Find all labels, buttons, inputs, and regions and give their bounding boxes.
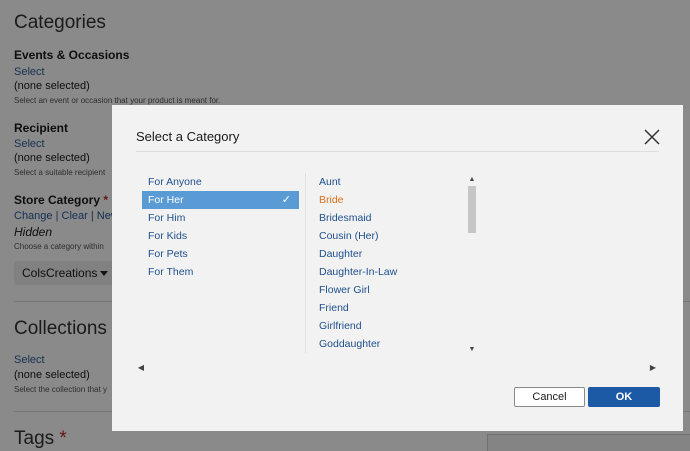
category-item-label: For Kids bbox=[148, 230, 188, 242]
category-item[interactable]: For Him bbox=[142, 209, 299, 227]
close-icon[interactable] bbox=[642, 127, 662, 147]
scroll-left-icon[interactable]: ◀ bbox=[136, 363, 146, 373]
category-item[interactable]: For Them bbox=[142, 263, 299, 281]
scroll-up-icon[interactable]: ▲ bbox=[468, 176, 476, 184]
column-divider bbox=[305, 173, 306, 353]
scrollbar-thumb[interactable] bbox=[468, 186, 476, 233]
subcategory-item[interactable]: Daughter bbox=[313, 245, 477, 263]
subcategory-item[interactable]: Bridesmaid bbox=[313, 209, 477, 227]
checkmark-icon: ✓ bbox=[281, 194, 291, 206]
subcategory-item[interactable]: Goddaughter bbox=[313, 335, 477, 353]
select-category-dialog: Select a Category For Anyone For Her ✓ For … bbox=[112, 105, 683, 431]
dialog-title: Select a Category bbox=[136, 129, 240, 144]
scroll-right-icon[interactable]: ▶ bbox=[648, 363, 658, 373]
category-item-label: For Them bbox=[148, 266, 194, 278]
category-item[interactable]: For Anyone bbox=[142, 173, 299, 191]
scroll-down-icon[interactable]: ▼ bbox=[468, 346, 476, 354]
subcategory-list: Aunt Bride Bridesmaid Cousin (Her) Daughter D… bbox=[313, 173, 477, 353]
category-item[interactable]: For Her ✓ bbox=[142, 191, 299, 209]
subcategory-item[interactable]: Cousin (Her) bbox=[313, 227, 477, 245]
category-item-label: For Pets bbox=[148, 248, 188, 260]
cancel-button[interactable]: Cancel bbox=[514, 387, 585, 407]
subcategory-item[interactable]: Flower Girl bbox=[313, 281, 477, 299]
category-item-label: For Her bbox=[148, 194, 184, 206]
vertical-scrollbar[interactable]: ▲ ▼ bbox=[467, 176, 477, 354]
subcategory-item[interactable]: Bride bbox=[313, 191, 477, 209]
category-item-label: For Anyone bbox=[148, 176, 202, 188]
category-item[interactable]: For Pets bbox=[142, 245, 299, 263]
subcategory-item[interactable]: Aunt bbox=[313, 173, 477, 191]
category-item-label: For Him bbox=[148, 212, 186, 224]
category-item[interactable]: For Kids bbox=[142, 227, 299, 245]
subcategory-item[interactable]: Friend bbox=[313, 299, 477, 317]
subcategory-item[interactable]: Daughter-In-Law bbox=[313, 263, 477, 281]
title-divider bbox=[136, 151, 659, 152]
subcategory-item[interactable]: Girlfriend bbox=[313, 317, 477, 335]
category-list: For Anyone For Her ✓ For Him For Kids For Pet… bbox=[142, 173, 299, 353]
horizontal-scrollbar[interactable]: ◀ ▶ bbox=[136, 363, 658, 373]
ok-button[interactable]: OK bbox=[588, 387, 660, 407]
